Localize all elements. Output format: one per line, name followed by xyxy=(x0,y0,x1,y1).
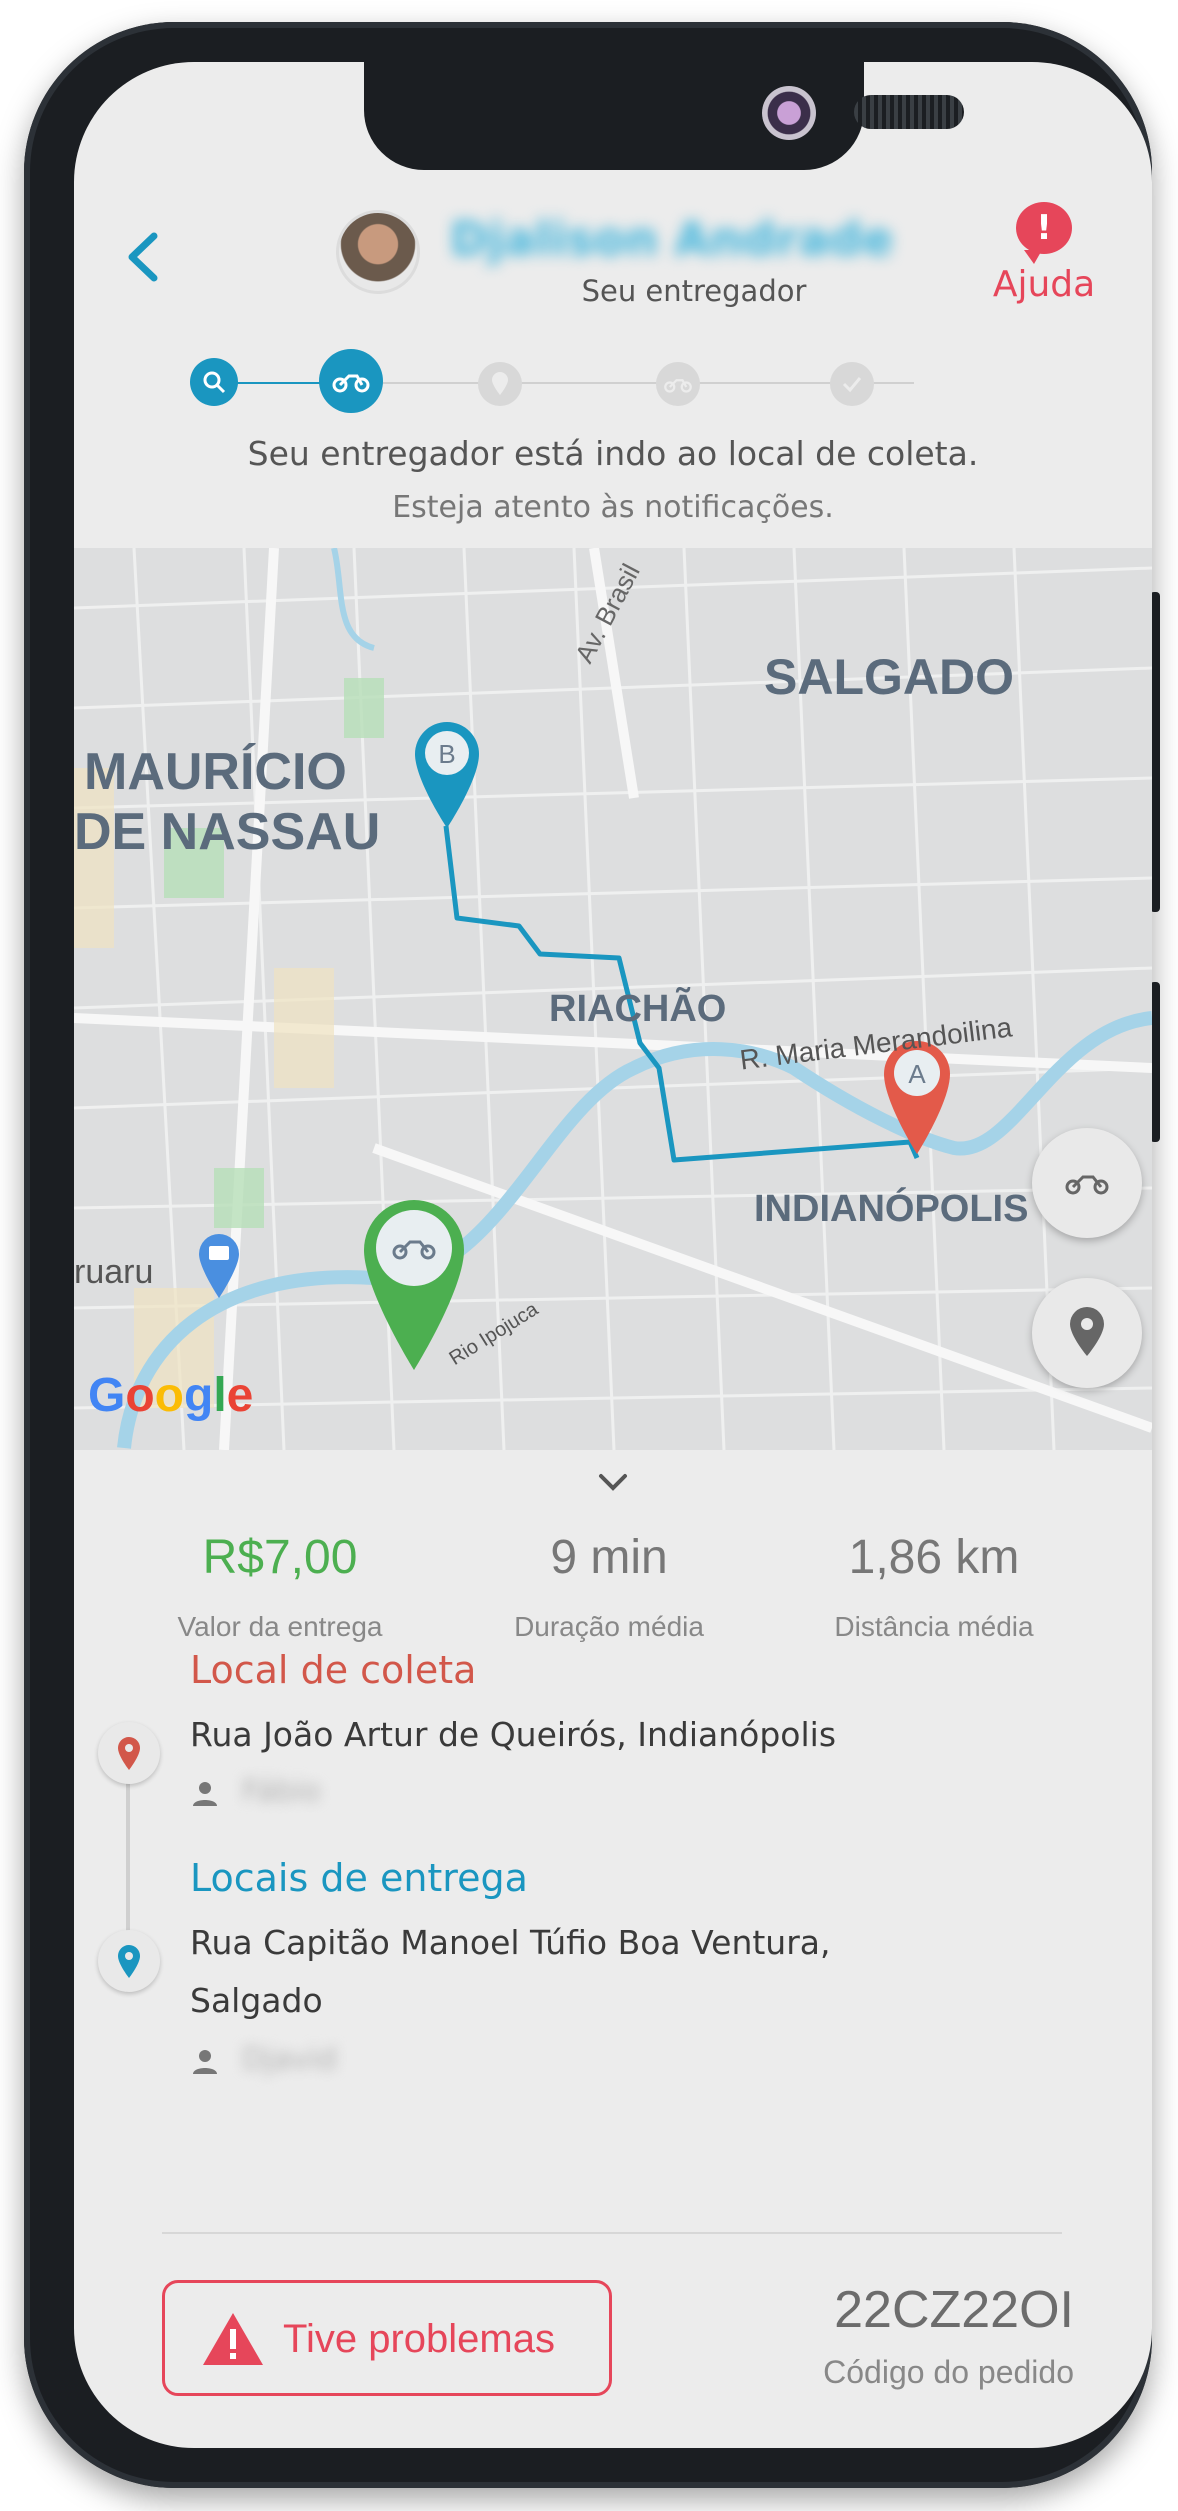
status-message: Seu entregador está indo ao local de col… xyxy=(247,434,979,473)
step-check xyxy=(830,362,874,406)
delivery-value: R$7,00 xyxy=(202,1531,358,1584)
step-search xyxy=(190,358,238,406)
person-icon xyxy=(193,1782,217,1806)
help-button[interactable]: ! Ajuda xyxy=(974,202,1114,305)
map-label-riachao: RIACHÃO xyxy=(549,988,727,1030)
divider xyxy=(162,2232,1062,2234)
pickup-address: Rua João Artur de Queirós, Indianópolis xyxy=(190,1715,837,1754)
location-pin-icon xyxy=(492,372,508,395)
map-label-caruaru: ruaru xyxy=(74,1253,154,1291)
metric-delivery-value: R$7,00 Valor da entrega xyxy=(120,1530,440,1643)
alert-bubble-icon: ! xyxy=(1016,202,1072,264)
report-problem-button[interactable]: Tive problemas xyxy=(162,2280,612,2396)
marker-a-label: A xyxy=(908,1059,926,1089)
map-view[interactable]: B A SALGADO MAURÍCIO DE NASSAU RIACHÃO I… xyxy=(74,548,1152,1450)
track-courier-button[interactable] xyxy=(1032,1128,1142,1238)
dropoff-contact: Djavid xyxy=(242,2042,337,2077)
courier-name: Djalison Andrade xyxy=(450,212,894,266)
map-label-salgado: SALGADO xyxy=(764,649,1014,705)
map-label-indianopolis: INDIANÓPOLIS xyxy=(754,1188,1029,1230)
app-screen: Djalison Andrade Seu entregador ! Ajuda … xyxy=(74,62,1152,2448)
duration-value: 9 min xyxy=(550,1531,668,1584)
order-code-label: Código do pedido xyxy=(823,2354,1074,2390)
search-icon xyxy=(203,371,226,394)
notch xyxy=(364,62,964,170)
metric-duration: 9 min Duração média xyxy=(449,1530,769,1643)
pickup-title: Local de coleta xyxy=(190,1648,477,1692)
location-pin-icon xyxy=(118,1945,140,1978)
pickup-contact: Fábio xyxy=(242,1774,321,1809)
motorcycle-icon xyxy=(332,374,370,393)
collapse-sheet-button[interactable] xyxy=(589,1462,637,1502)
chevron-down-icon xyxy=(599,1474,627,1491)
dropoff-marker xyxy=(98,1930,160,1992)
location-pin-icon xyxy=(118,1737,140,1770)
back-button[interactable] xyxy=(114,222,174,292)
speaker-grille xyxy=(854,95,964,129)
order-code: 22CZ22OI xyxy=(834,2281,1074,2339)
phone-frame: Djalison Andrade Seu entregador ! Ajuda … xyxy=(24,22,1160,2488)
avatar xyxy=(336,210,420,294)
metric-distance: 1,86 km Distância média xyxy=(774,1530,1094,1643)
distance-value: 1,86 km xyxy=(848,1531,1020,1584)
step-moto-delivery xyxy=(656,362,700,406)
status-submessage: Esteja atento às notificações. xyxy=(392,490,834,525)
order-code-block: 22CZ22OI Código do pedido xyxy=(694,2280,1074,2391)
google-logo: Google xyxy=(88,1369,254,1422)
location-pin-icon xyxy=(1070,1307,1104,1356)
help-label: Ajuda xyxy=(992,264,1096,305)
camera-icon xyxy=(762,86,816,140)
dropoff-address-line1: Rua Capitão Manoel Túfio Boa Ventura, xyxy=(190,1923,831,1962)
show-locations-button[interactable] xyxy=(1032,1278,1142,1388)
distance-label: Distância média xyxy=(834,1611,1034,1642)
map-label-nassau: DE NASSAU xyxy=(74,803,381,861)
step-pin xyxy=(478,362,522,406)
marker-b-label: B xyxy=(438,739,455,769)
dropoff-address-line2: Salgado xyxy=(190,1981,323,2020)
motorcycle-icon xyxy=(664,379,692,393)
chevron-left-icon xyxy=(128,232,158,282)
warning-icon xyxy=(203,2313,263,2365)
duration-label: Duração média xyxy=(514,1611,704,1642)
step-moto xyxy=(319,349,383,413)
delivery-value-label: Valor da entrega xyxy=(177,1611,383,1642)
dropoff-title: Locais de entrega xyxy=(190,1856,528,1900)
pickup-marker xyxy=(98,1722,160,1784)
report-problem-label: Tive problemas xyxy=(283,2317,555,2361)
motorcycle-icon xyxy=(1065,1175,1109,1195)
map-label-mauricio: MAURÍCIO xyxy=(84,743,347,801)
check-icon xyxy=(842,377,862,393)
courier-subtitle: Seu entregador xyxy=(581,274,807,308)
person-icon xyxy=(193,2050,217,2074)
